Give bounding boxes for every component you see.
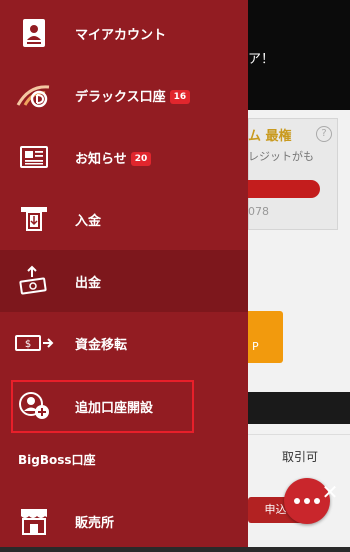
menu-label: 入金 (75, 213, 102, 229)
shop-icon (14, 503, 54, 539)
chat-dots-icon (294, 498, 320, 504)
account-card-icon (14, 15, 54, 51)
deposit-atm-icon (14, 201, 54, 237)
promo-bar[interactable] (248, 180, 320, 198)
menu-item-deposit[interactable]: 入金 (0, 188, 248, 250)
svg-text:$: $ (25, 339, 31, 350)
side-drawer: マイアカウント デラックス口座 16 お知らせ 20 入金 出金 $ 資金移転 … (0, 0, 248, 547)
menu-label: 販売所 (75, 515, 115, 531)
menu-label-text: お知らせ (75, 151, 127, 167)
divider (248, 434, 350, 435)
withdraw-cash-icon (14, 263, 54, 299)
menu-item-deluxe-account[interactable]: デラックス口座 16 (0, 64, 248, 126)
transfer-money-icon: $ (14, 325, 54, 361)
close-icon[interactable]: ✕ (319, 481, 341, 503)
menu-item-withdraw[interactable]: 出金 (0, 250, 248, 312)
promo-sub: レジットがも (248, 150, 314, 163)
newspaper-icon (14, 139, 54, 175)
help-icon[interactable]: ? (316, 126, 332, 142)
menu-label: デラックス口座 16 (75, 86, 191, 105)
deluxe-logo-icon (14, 77, 54, 113)
menu-label: 資金移転 (75, 337, 128, 353)
menu-label-text: デラックス口座 (75, 89, 166, 105)
promo-number: 078 (248, 205, 269, 218)
menu-item-news[interactable]: お知らせ 20 (0, 126, 248, 188)
promo-text: ム 最権 (248, 129, 292, 144)
count-badge: 20 (130, 152, 152, 166)
section-header-strip (248, 392, 350, 424)
banner-text: ア！ (248, 52, 275, 67)
count-badge: 16 (169, 90, 191, 104)
orange-button-label: P (252, 340, 259, 353)
menu-item-my-account[interactable]: マイアカウント (0, 2, 248, 64)
menu-item-shop[interactable]: 販売所 (0, 490, 248, 552)
menu-label: お知らせ 20 (75, 148, 152, 167)
menu-label: マイアカウント (75, 27, 167, 43)
menu-item-fund-transfer[interactable]: $ 資金移転 (0, 312, 248, 374)
orange-button[interactable] (248, 311, 283, 363)
highlight-box (11, 380, 194, 433)
menu-label: 出金 (75, 275, 102, 291)
section-label-bigboss: BigBoss口座 (18, 453, 96, 467)
row-text: 取引可 (282, 450, 319, 464)
